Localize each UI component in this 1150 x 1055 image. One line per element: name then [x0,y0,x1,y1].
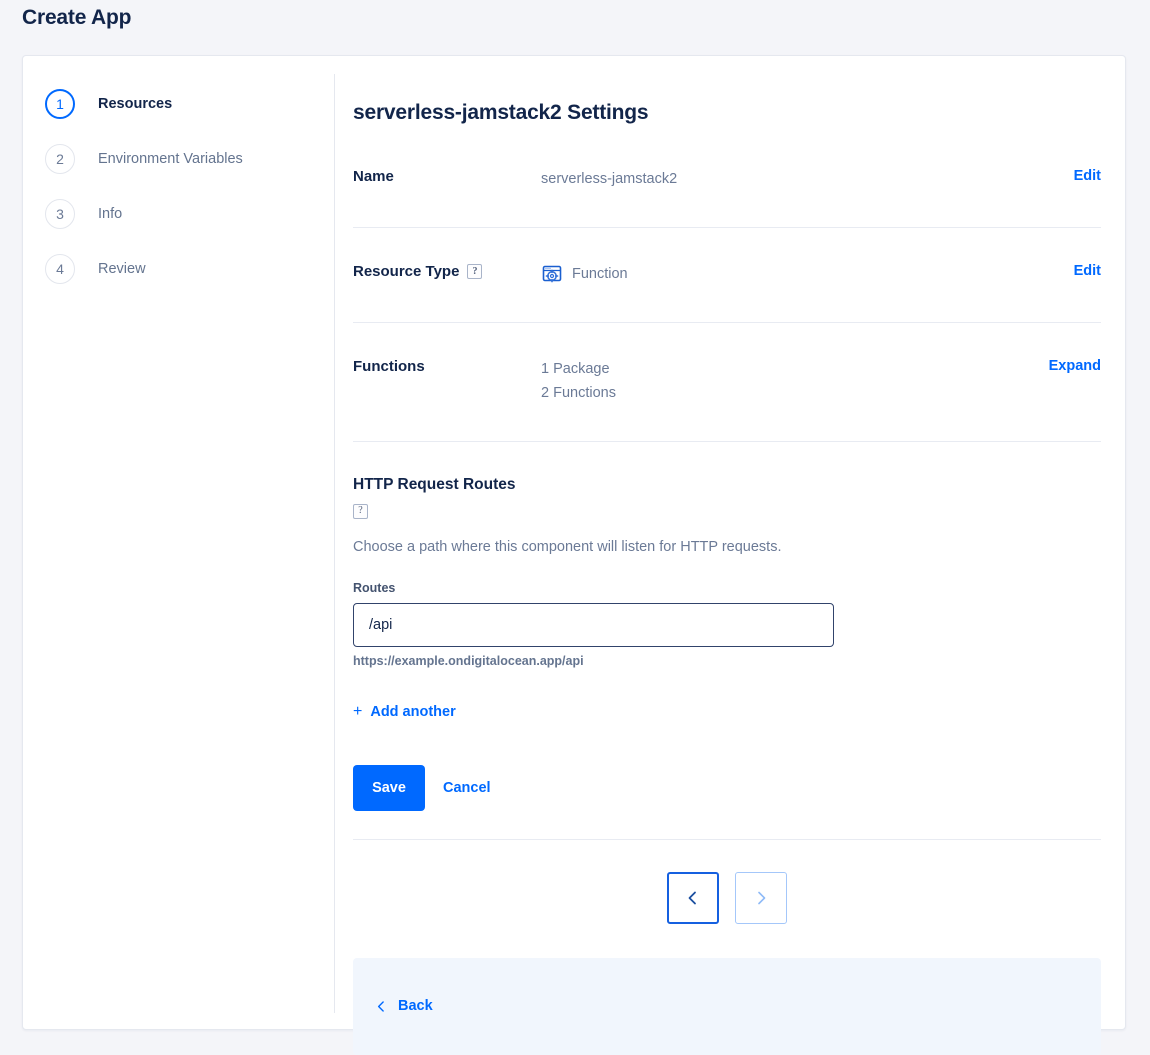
pagination-previous-button[interactable] [667,871,719,924]
add-another-label: Add another [370,703,456,720]
name-value: serverless-jamstack2 [541,171,678,187]
functions-expand-link[interactable]: Expand [1049,357,1101,374]
functions-package-count: 1 Package [541,361,610,377]
setting-row-resource-type: Resource Type ? Function Edit [353,262,1101,323]
plus-icon: + [353,702,363,720]
step-number-2: 2 [45,143,75,174]
back-button[interactable]: Back [375,998,433,1014]
add-another-route-button[interactable]: + Add another [353,702,456,720]
panel-title: serverless-jamstack2 Settings [353,101,649,124]
help-icon[interactable]: ? [353,503,368,519]
create-app-card: 1 Resources 2 Environment Variables 3 In… [22,55,1126,1055]
routes-input-hint: https://example.ondigitalocean.app/api [353,653,584,668]
function-icon [542,265,562,283]
sidebar-item-environment-variables[interactable]: 2 Environment Variables [23,131,334,186]
chevron-right-icon [758,891,766,904]
step-number-1: 1 [45,88,75,119]
http-request-routes-section: HTTP Request Routes ? Choose a path wher… [353,476,1101,727]
functions-function-count: 2 Functions [541,385,616,401]
settings-panel: serverless-jamstack2 Settings Name serve… [353,56,1125,1055]
pagination [353,871,1101,924]
step-label-resources: Resources [98,95,173,112]
step-label-environment-variables: Environment Variables [98,150,243,167]
page-title: Create App [22,6,132,29]
stepper-sidebar: 1 Resources 2 Environment Variables 3 In… [23,56,334,296]
routes-description: Choose a path where this component will … [353,538,782,555]
resource-type-value: Function [572,266,628,282]
resource-type-label: Resource Type ? [353,262,541,280]
help-icon[interactable]: ? [467,264,483,279]
setting-row-name: Name serverless-jamstack2 Edit [353,167,1101,228]
chevron-left-icon [688,891,696,904]
sidebar-item-info[interactable]: 3 Info [23,186,334,241]
step-number-4: 4 [45,253,75,284]
sidebar-item-resources[interactable]: 1 Resources [23,76,334,131]
resource-type-value-wrap: Function [541,262,1074,286]
save-button[interactable]: Save [353,764,425,811]
form-actions: Save Cancel [353,764,1101,811]
routes-input[interactable] [353,602,834,647]
setting-row-functions: Functions 1 Package 2 Functions Expand [353,357,1101,442]
name-label: Name [353,168,394,185]
pagination-next-button[interactable] [735,871,787,924]
cancel-button[interactable]: Cancel [443,780,491,796]
functions-value: 1 Package 2 Functions [541,357,1049,405]
resource-type-edit-link[interactable]: Edit [1074,262,1101,279]
step-label-info: Info [98,205,123,222]
routes-field-label: Routes [353,580,396,595]
resource-type-label-text: Resource Type [353,263,460,280]
sidebar-divider [334,74,335,1013]
pager-divider [353,838,1101,840]
functions-label: Functions [353,358,425,375]
chevron-left-icon [377,1000,384,1012]
step-label-review: Review [98,260,146,277]
routes-section-title: HTTP Request Routes [353,476,516,493]
sidebar-item-review[interactable]: 4 Review [23,241,334,296]
routes-help-wrap: ? [353,500,1101,519]
step-number-3: 3 [45,198,75,229]
back-footer: Back [353,957,1101,1055]
back-label: Back [398,998,433,1014]
name-edit-link[interactable]: Edit [1074,167,1101,184]
